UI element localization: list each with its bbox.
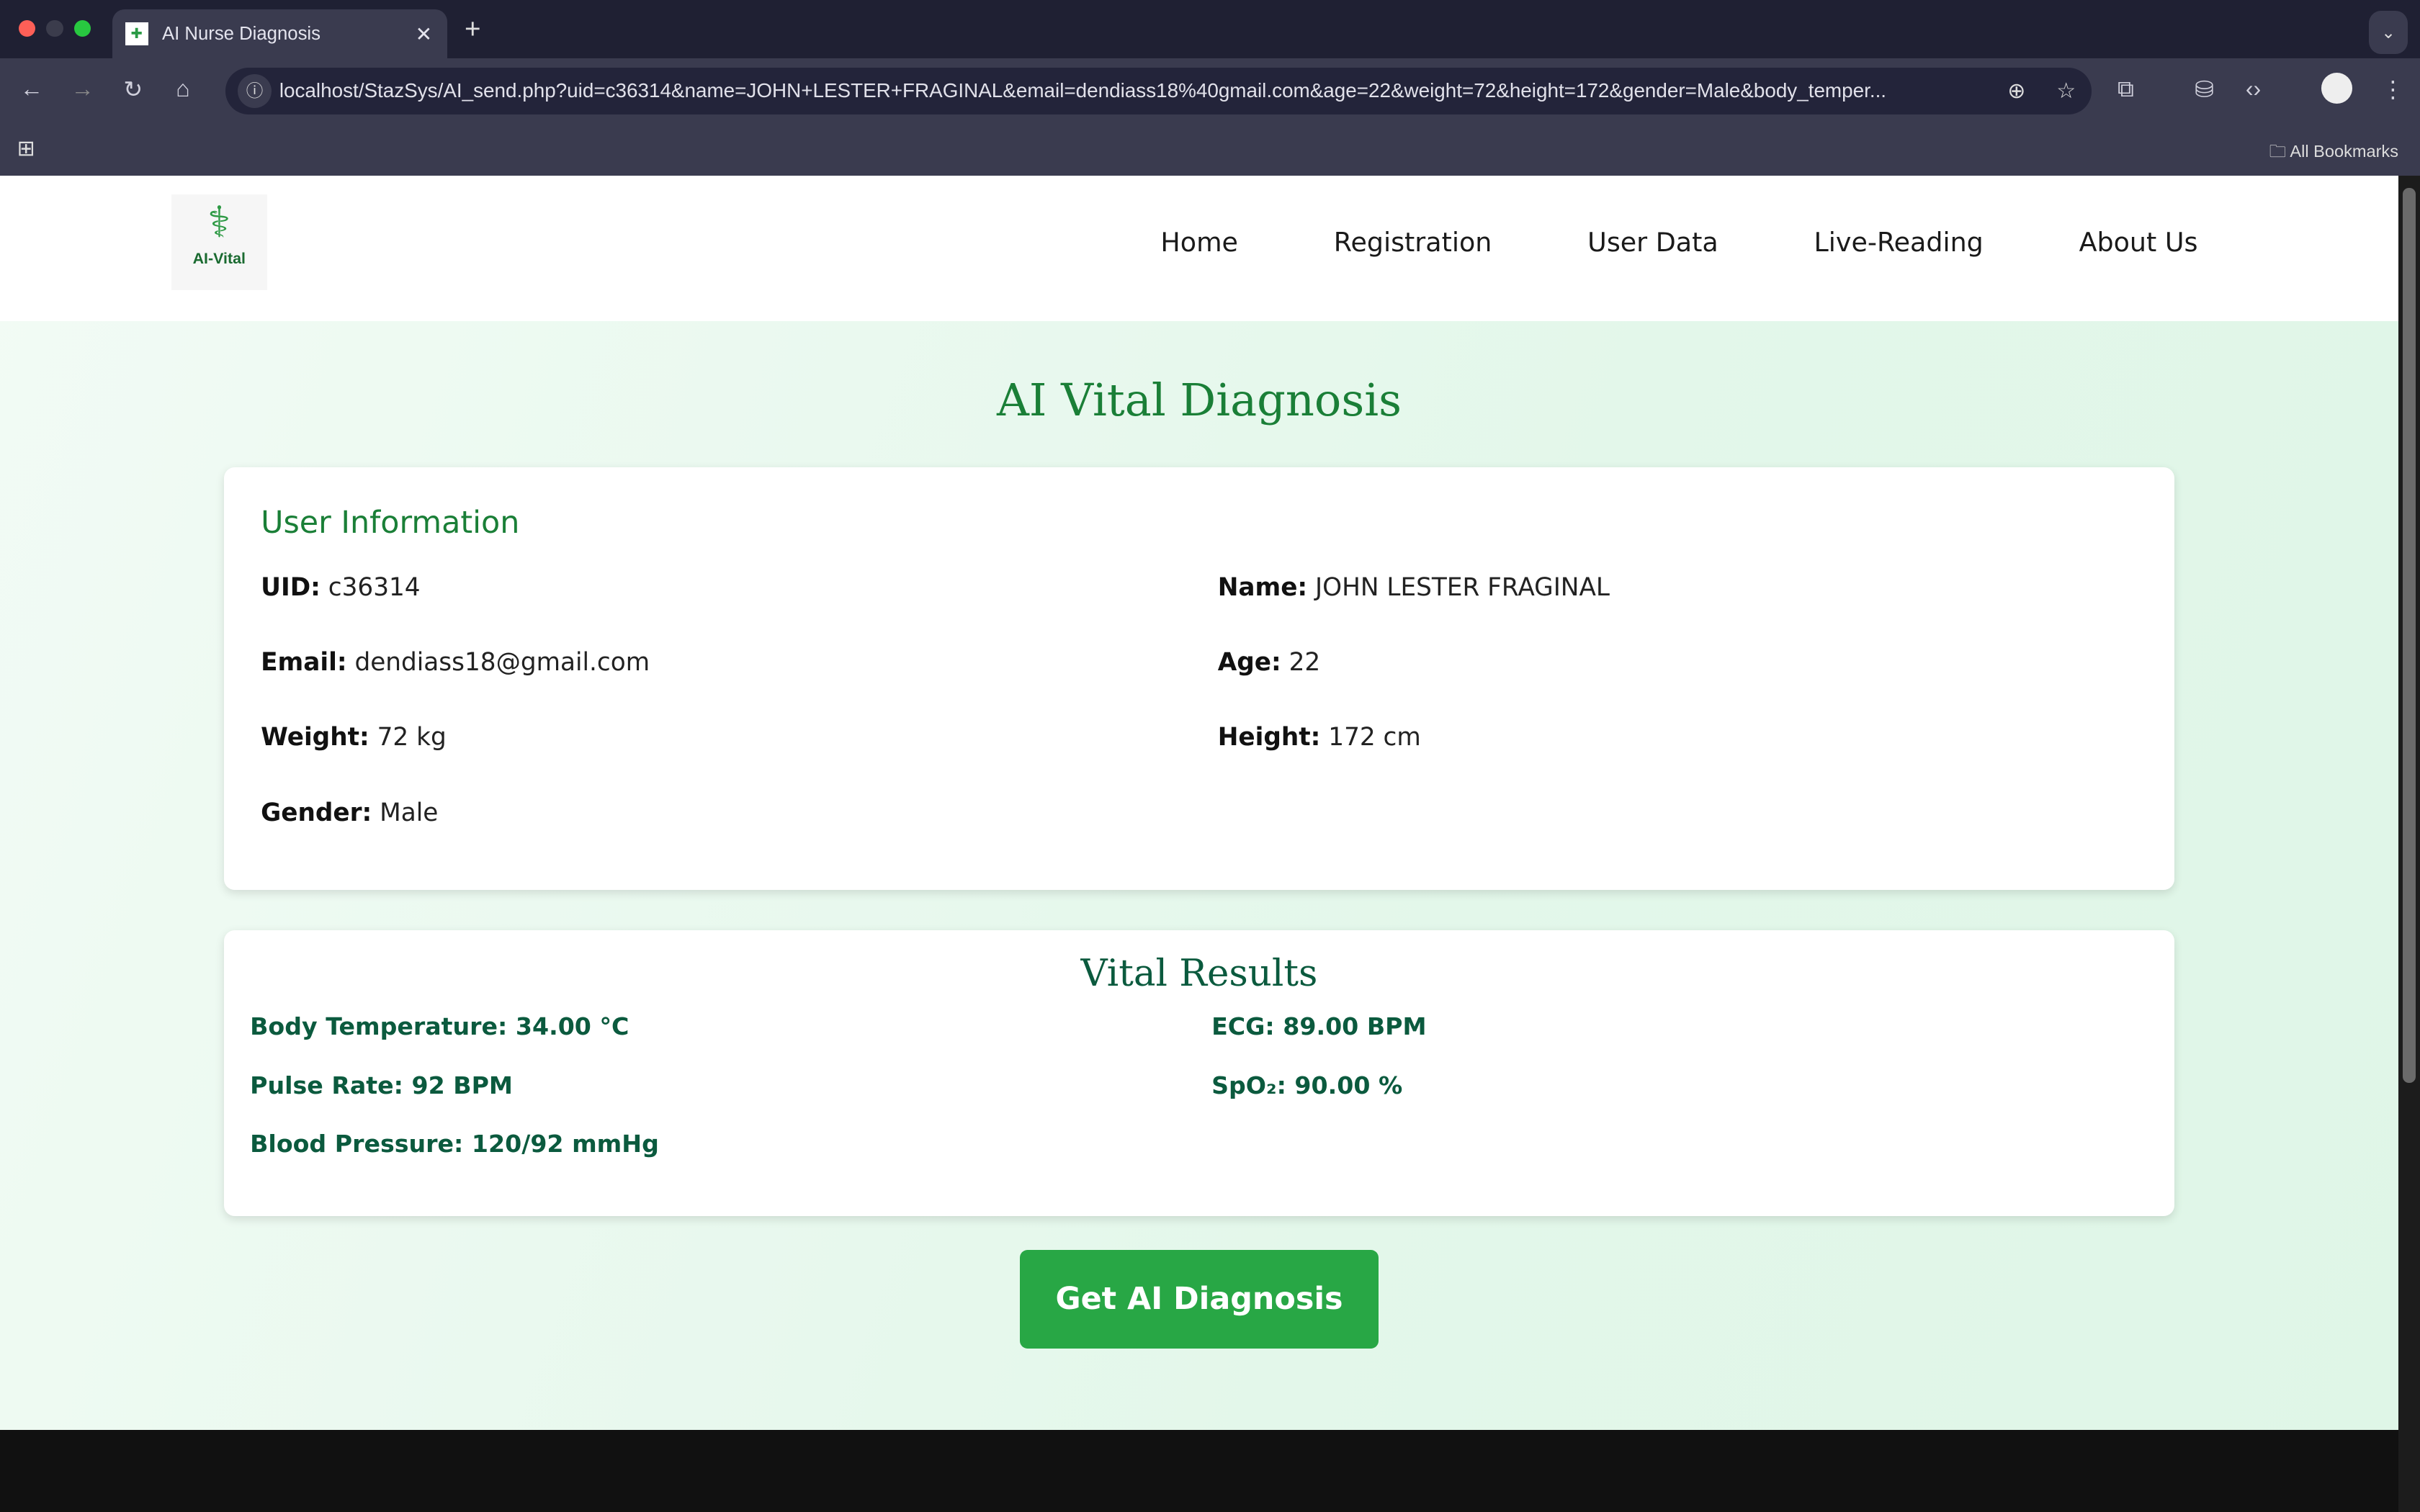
reload-icon[interactable]: ↻ [123,76,143,103]
all-bookmarks[interactable]: 🗀 All Bookmarks [2269,139,2398,168]
age-field: Age: 22 [1217,647,1321,677]
ecg: ECG: 89.00 BPM [1211,1012,1427,1040]
close-tab-icon[interactable]: ✕ [416,22,432,46]
menu-kebab-icon[interactable]: ⋮ [2381,76,2404,103]
minimize-window-icon[interactable] [46,19,63,37]
zoom-icon[interactable]: ⊕ [2007,78,2025,104]
apps-grid-icon[interactable]: ⊞ [17,136,35,161]
page-title: AI Vital Diagnosis [997,373,1402,426]
user-info-heading: User Information [261,504,520,541]
address-bar[interactable]: ⓘ localhost/StazSys/AI_send.php?uid=c363… [225,68,2092,114]
height-field: Height: 172 cm [1217,723,1421,752]
incognito-icon[interactable]: ⛁ [2195,76,2214,103]
nav-user-data[interactable]: User Data [1587,227,1718,258]
bookmark-star-icon[interactable]: ☆ [2056,78,2076,104]
forward-icon[interactable]: → [71,76,94,102]
back-icon[interactable]: ← [20,76,43,102]
extensions-icon[interactable]: ⧉ [2118,76,2134,103]
vital-results-heading: Vital Results [1080,952,1318,996]
weight-field: Weight: 72 kg [261,723,447,752]
gender-field: Gender: Male [261,798,439,827]
profile-avatar[interactable] [2321,72,2352,104]
nav-registration[interactable]: Registration [1334,227,1492,258]
tab-search-chevron-icon[interactable]: ⌄ [2369,11,2408,54]
vital-results-card: Vital Results Body Temperature: 34.00 °C… [223,930,2175,1216]
browser-tab-strip: ✚ AI Nurse Diagnosis ✕ + ⌄ [0,0,2420,59]
browser-toolbar: ← → ↻ ⌂ ⓘ localhost/StazSys/AI_send.php?… [0,58,2420,124]
browser-tab[interactable]: ✚ AI Nurse Diagnosis ✕ [112,9,448,59]
devtools-icon[interactable]: ‹› [2246,76,2261,102]
uid-field: UID: c36314 [261,572,421,602]
site-info-icon[interactable]: ⓘ [237,73,272,108]
brain-stethoscope-icon: ⚕ [207,197,231,246]
close-window-icon[interactable] [18,19,36,37]
body-temperature: Body Temperature: 34.00 °C [250,1012,629,1040]
site-header: ⚕ AI-Vital Home Registration User Data Li… [0,176,2398,321]
get-ai-diagnosis-button[interactable]: Get AI Diagnosis [1020,1249,1379,1349]
name-field: Name: JOHN LESTER FRAGINAL [1217,572,1610,602]
nav-about-us[interactable]: About Us [2079,227,2198,258]
folder-icon: 🗀 [2269,141,2290,161]
scrollbar-thumb[interactable] [2403,188,2416,1084]
logo-text: AI-Vital [192,250,246,268]
favicon-icon: ✚ [125,22,148,46]
blood-pressure: Blood Pressure: 120/92 mmHg [250,1130,659,1158]
maximize-window-icon[interactable] [73,19,91,37]
email-field: Email: dendiass18@gmail.com [261,647,650,677]
home-icon[interactable]: ⌂ [176,76,189,102]
user-information-card: User Information UID: c36314 Name: JOHN … [223,467,2175,891]
page-scrollbar[interactable] [2398,176,2420,1512]
nav-live-reading[interactable]: Live-Reading [1814,227,1984,258]
nav-home[interactable]: Home [1160,227,1238,258]
url-text[interactable]: localhost/StazSys/AI_send.php?uid=c36314… [279,79,1992,102]
bookmarks-bar: ⊞ 🗀 All Bookmarks [0,123,2420,176]
main-nav: Home Registration User Data Live-Reading… [1160,227,2197,258]
new-tab-icon[interactable]: + [465,14,481,45]
tab-title: AI Nurse Diagnosis [161,23,321,44]
site-logo[interactable]: ⚕ AI-Vital [171,194,267,290]
all-bookmarks-label: All Bookmarks [2290,141,2398,161]
spo2: SpO₂: 90.00 % [1211,1071,1403,1099]
pulse-rate: Pulse Rate: 92 BPM [250,1071,513,1099]
